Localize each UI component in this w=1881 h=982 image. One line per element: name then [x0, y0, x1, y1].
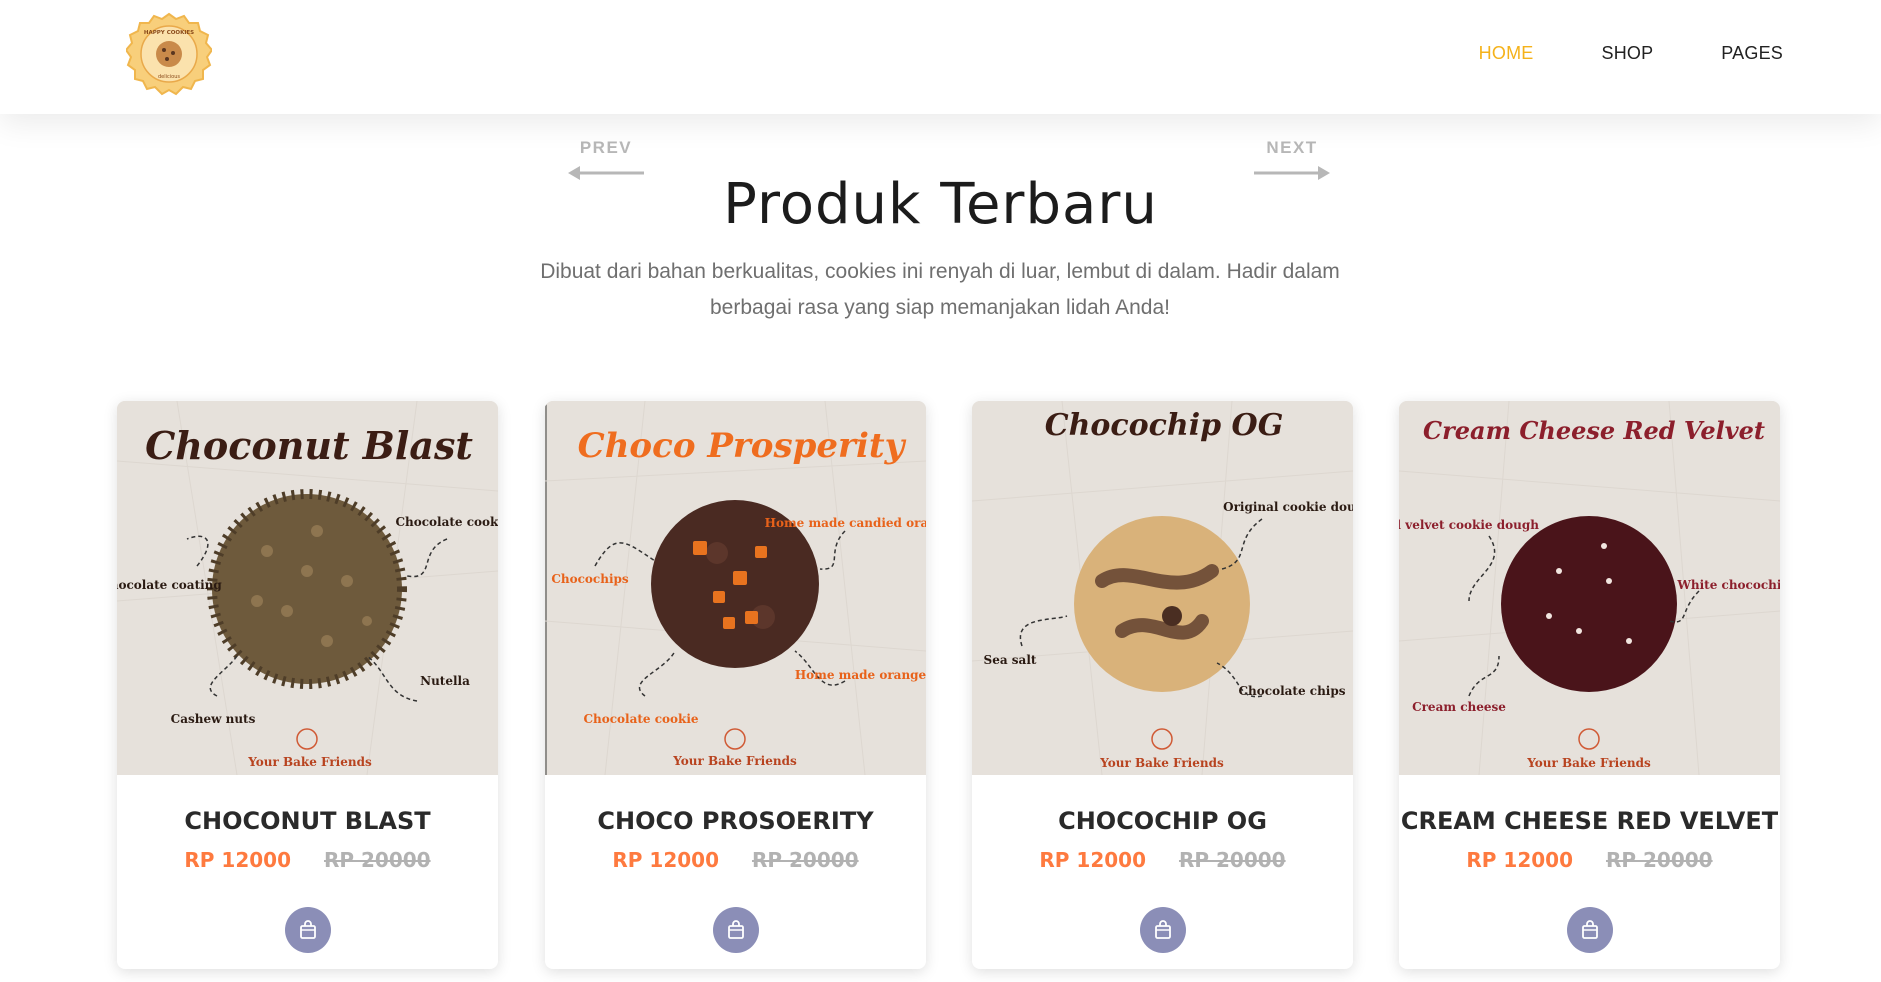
product-name[interactable]: CHOCO PROSOERITY	[545, 807, 926, 835]
annotation: Cream cheese	[1412, 700, 1506, 714]
product-price: RP 12000	[184, 848, 292, 872]
main-nav: HOME SHOP PAGES	[1479, 43, 1783, 64]
subtitle-line-2: berbagai rasa yang siap memanjakan lidah…	[710, 296, 1170, 319]
product-image[interactable]: Chocochip OG Original cookie dough Sea s…	[972, 401, 1353, 775]
prev-label: PREV	[579, 138, 633, 157]
shopping-bag-icon	[1582, 920, 1598, 939]
annotation: Chocochips	[551, 572, 629, 586]
product-name[interactable]: CREAM CHEESE RED VELVET	[1399, 807, 1780, 835]
image-title: Chocochip OG	[1045, 408, 1284, 443]
product-card[interactable]: Chocochip OG Original cookie dough Sea s…	[972, 401, 1353, 969]
product-prices: RP 12000 RP 20000	[972, 848, 1353, 872]
annotation: Home made candied orange peel	[765, 516, 926, 530]
product-prices: RP 12000 RP 20000	[545, 848, 926, 872]
shopping-bag-icon	[300, 920, 316, 939]
site-header: HAPPY COOKIES delicious HOME SHOP PAGES	[0, 0, 1881, 114]
product-prices: RP 12000 RP 20000	[117, 848, 498, 872]
brand-text: Your Bake Friends	[1526, 756, 1651, 770]
image-title: Choco Prosperity	[578, 426, 907, 466]
annotation: Original cookie dough	[1223, 500, 1353, 514]
annotation: White chocochips	[1676, 578, 1780, 592]
happy-cookies-logo[interactable]: HAPPY COOKIES delicious	[124, 12, 214, 98]
product-image[interactable]: Choconut Blast Chocolate cookie Chocolat…	[117, 401, 498, 775]
add-to-cart-button[interactable]	[285, 907, 331, 953]
add-to-cart-button[interactable]	[1567, 907, 1613, 953]
product-old-price: RP 20000	[1178, 848, 1286, 872]
annotation: Home made orange jam	[795, 668, 926, 682]
product-card[interactable]: Choco Prosperity Home made candied orang…	[545, 401, 926, 969]
annotation: Sea salt	[984, 653, 1037, 667]
product-card[interactable]: Cream Cheese Red Velvet Red velvet cooki…	[1399, 401, 1780, 969]
annotation: Cashew nuts	[171, 712, 256, 726]
nav-pages[interactable]: PAGES	[1721, 43, 1783, 64]
brand-text: Your Bake Friends	[247, 755, 372, 769]
product-old-price: RP 20000	[323, 848, 431, 872]
product-price: RP 12000	[612, 848, 720, 872]
product-image[interactable]: Cream Cheese Red Velvet Red velvet cooki…	[1399, 401, 1780, 775]
next-label: NEXT	[1266, 138, 1318, 157]
product-prices: RP 12000 RP 20000	[1399, 848, 1780, 872]
svg-text:delicious: delicious	[158, 74, 180, 80]
annotation: Nutella	[420, 674, 470, 688]
brand-text: Your Bake Friends	[672, 754, 797, 768]
product-name[interactable]: CHOCONUT BLAST	[117, 807, 498, 835]
annotation: Chocolate coating	[117, 578, 222, 592]
section-title: Produk Terbaru	[723, 172, 1158, 237]
product-image[interactable]: Choco Prosperity Home made candied orang…	[545, 401, 926, 775]
section-subtitle: Dibuat dari bahan berkualitas, cookies i…	[540, 254, 1340, 326]
shopping-bag-icon	[728, 920, 744, 939]
product-name[interactable]: CHOCOCHIP OG	[972, 807, 1353, 835]
subtitle-line-1: Dibuat dari bahan berkualitas, cookies i…	[540, 260, 1340, 283]
shopping-bag-icon	[1155, 920, 1171, 939]
annotation: Chocolate cookie	[395, 515, 498, 529]
product-card[interactable]: Choconut Blast Chocolate cookie Chocolat…	[117, 401, 498, 969]
annotation: Chocolate chips	[1238, 684, 1345, 698]
add-to-cart-button[interactable]	[1140, 907, 1186, 953]
product-price: RP 12000	[1039, 848, 1147, 872]
product-price: RP 12000	[1466, 848, 1574, 872]
image-title: Choconut Blast	[145, 423, 473, 468]
brand-text: Your Bake Friends	[1099, 756, 1224, 770]
nav-shop[interactable]: SHOP	[1601, 43, 1653, 64]
add-to-cart-button[interactable]	[713, 907, 759, 953]
annotation: Chocolate cookie	[583, 712, 698, 726]
svg-text:HAPPY COOKIES: HAPPY COOKIES	[144, 30, 194, 36]
product-old-price: RP 20000	[1605, 848, 1713, 872]
product-old-price: RP 20000	[751, 848, 859, 872]
image-title: Cream Cheese Red Velvet	[1423, 416, 1765, 445]
annotation: Red velvet cookie dough	[1399, 518, 1539, 532]
nav-home[interactable]: HOME	[1479, 43, 1534, 64]
